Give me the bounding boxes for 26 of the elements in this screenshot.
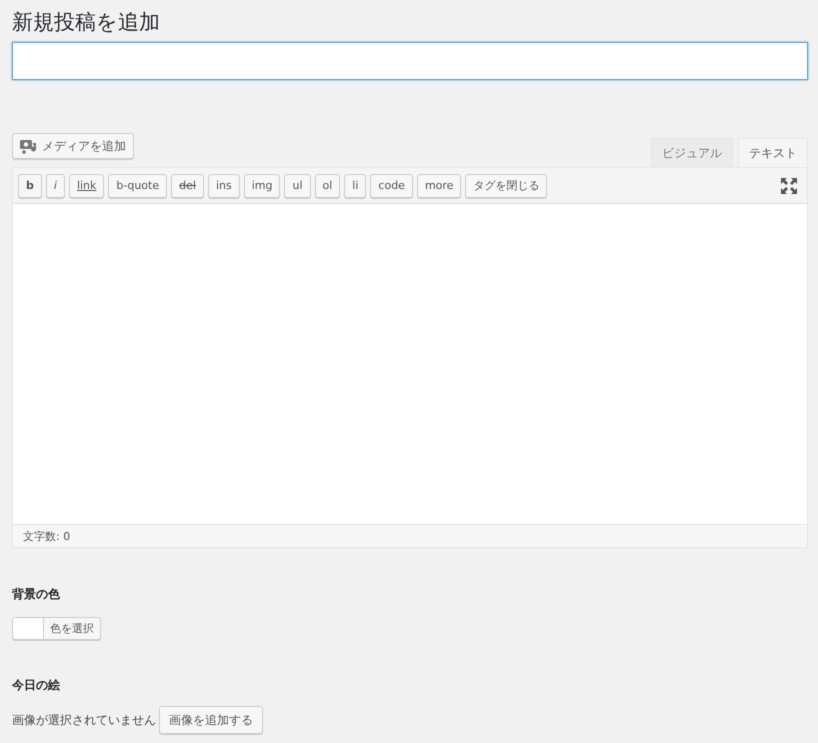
color-picker-button[interactable]: 色を選択: [12, 617, 101, 640]
fullscreen-icon[interactable]: [781, 178, 797, 194]
quicktag-button[interactable]: li: [344, 174, 366, 198]
add-media-button[interactable]: メディアを追加: [12, 133, 134, 159]
page-title: 新規投稿を追加: [12, 9, 161, 36]
quicktag-button[interactable]: link: [68, 174, 104, 198]
editor-tab[interactable]: テキスト: [738, 138, 808, 167]
word-count: 文字数: 0: [23, 528, 70, 544]
add-image-button[interactable]: 画像を追加する: [159, 706, 263, 734]
quicktag-button[interactable]: タグを閉じる: [465, 174, 548, 198]
quicktag-button[interactable]: more: [416, 174, 462, 198]
quicktag-button[interactable]: b-quote: [108, 174, 168, 198]
image-status: 画像が選択されていません: [12, 712, 156, 728]
quicktag-button[interactable]: code: [370, 174, 413, 198]
editor-tab[interactable]: ビジュアル: [651, 138, 733, 167]
quicktag-button[interactable]: img: [244, 174, 280, 198]
field-label: 背景の色: [12, 586, 61, 603]
quicktag-button[interactable]: ol: [314, 174, 340, 198]
quicktag-button[interactable]: b: [18, 174, 42, 198]
quicktag-button[interactable]: del: [171, 174, 204, 198]
title-field[interactable]: [12, 42, 808, 80]
field-label: 今日の絵: [12, 677, 61, 694]
media-icon: [20, 138, 38, 154]
quicktag-button[interactable]: ins: [208, 174, 240, 198]
quicktag-button[interactable]: i: [46, 174, 65, 198]
quicktag-button[interactable]: ul: [284, 174, 310, 198]
